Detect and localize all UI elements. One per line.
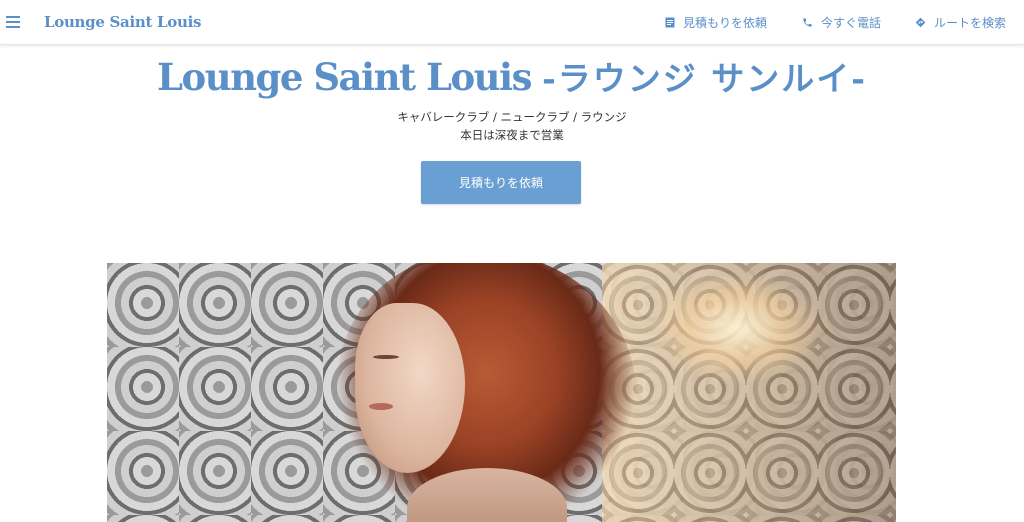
- request-quote-button[interactable]: 見積もりを依頼: [421, 161, 581, 204]
- business-categories: キャバレークラブ / ニュークラブ / ラウンジ: [397, 110, 627, 124]
- nav-call-now-label: 今すぐ電話: [821, 16, 882, 30]
- photo-chandelier: [652, 273, 822, 383]
- business-hours-status: 本日は深夜まで営業: [460, 128, 564, 142]
- phone-icon: [802, 17, 813, 28]
- nav-directions-link[interactable]: ルートを検索: [915, 14, 1006, 31]
- hero-photo: [107, 263, 896, 522]
- hero-title-japanese: -ラウンジ サンルイ-: [542, 59, 867, 98]
- nav-request-quote-link[interactable]: 見積もりを依頼: [665, 14, 767, 31]
- hero-title-english: Lounge Saint Louis: [157, 55, 532, 99]
- nav-request-quote-label: 見積もりを依頼: [683, 16, 768, 30]
- photo-woman-lips: [369, 403, 393, 410]
- hero-title: Lounge Saint Louis -ラウンジ サンルイ-: [0, 52, 1024, 100]
- nav-call-now-link[interactable]: 今すぐ電話: [802, 14, 881, 31]
- photo-woman-eye: [373, 355, 399, 359]
- nav-directions-label: ルートを検索: [934, 16, 1007, 30]
- menu-icon[interactable]: [3, 12, 23, 32]
- site-brand-link[interactable]: Lounge Saint Louis: [44, 13, 201, 31]
- document-icon: [665, 17, 675, 28]
- directions-icon: [915, 17, 926, 28]
- top-navigation-bar: Lounge Saint Louis 見積もりを依頼 今すぐ電話 ルートを検索: [0, 0, 1024, 45]
